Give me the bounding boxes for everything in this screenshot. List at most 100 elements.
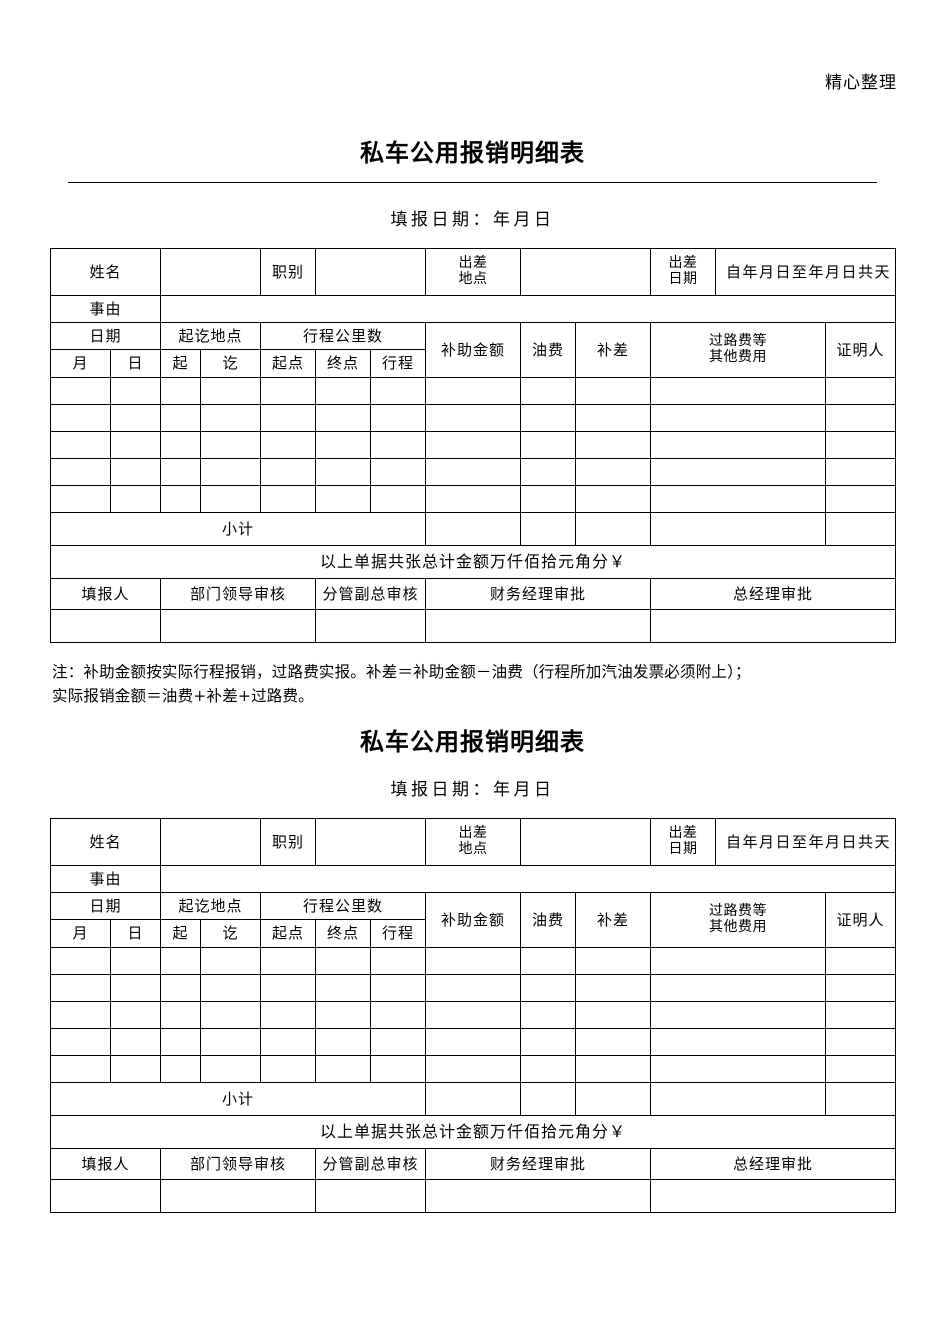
cell-month[interactable]	[50, 458, 111, 486]
cell-subsidy[interactable]	[425, 1055, 522, 1083]
cell-trip-km[interactable]	[370, 404, 427, 432]
cell-subsidy[interactable]	[425, 947, 522, 975]
signature-value-filler[interactable]	[49, 1179, 162, 1213]
cell-from[interactable]	[160, 947, 202, 975]
cell-trip-km[interactable]	[370, 974, 427, 1002]
cell-from[interactable]	[160, 377, 202, 405]
cell-fuel[interactable]	[520, 431, 577, 459]
subtotal-fuel[interactable]	[520, 1082, 577, 1116]
trip-date-value[interactable]: 自年月日至年月日共天	[715, 248, 897, 296]
cell-start-km[interactable]	[260, 974, 317, 1002]
cell-trip-km[interactable]	[370, 431, 427, 459]
cell-start-km[interactable]	[260, 404, 317, 432]
cell-difference[interactable]	[575, 974, 652, 1002]
cell-subsidy[interactable]	[425, 974, 522, 1002]
cell-month[interactable]	[50, 1055, 111, 1083]
cell-day[interactable]	[109, 404, 162, 432]
cell-day[interactable]	[109, 947, 162, 975]
cell-day[interactable]	[109, 1055, 162, 1083]
cell-fuel[interactable]	[520, 404, 577, 432]
subtotal-difference[interactable]	[575, 512, 652, 546]
name-value[interactable]	[160, 248, 262, 296]
cell-toll[interactable]	[650, 1055, 827, 1083]
cell-witness[interactable]	[825, 947, 897, 975]
cell-to[interactable]	[200, 458, 262, 486]
cell-day[interactable]	[109, 974, 162, 1002]
cell-month[interactable]	[50, 1028, 111, 1056]
cell-witness[interactable]	[825, 1001, 897, 1029]
cell-end-km[interactable]	[315, 458, 372, 486]
cell-fuel[interactable]	[520, 947, 577, 975]
cell-fuel[interactable]	[520, 458, 577, 486]
cell-day[interactable]	[109, 458, 162, 486]
cell-month[interactable]	[50, 947, 111, 975]
signature-value-general-manager[interactable]	[650, 609, 897, 643]
cell-toll[interactable]	[650, 1028, 827, 1056]
cell-toll[interactable]	[650, 431, 827, 459]
cell-toll[interactable]	[650, 1001, 827, 1029]
subtotal-witness[interactable]	[825, 512, 897, 546]
cell-start-km[interactable]	[260, 947, 317, 975]
cell-from[interactable]	[160, 1028, 202, 1056]
cell-trip-km[interactable]	[370, 377, 427, 405]
cell-to[interactable]	[200, 485, 262, 513]
cell-day[interactable]	[109, 485, 162, 513]
cell-month[interactable]	[50, 404, 111, 432]
cell-subsidy[interactable]	[425, 1001, 522, 1029]
cell-trip-km[interactable]	[370, 1055, 427, 1083]
signature-value-department-head[interactable]	[160, 1179, 317, 1213]
cell-end-km[interactable]	[315, 1028, 372, 1056]
cell-end-km[interactable]	[315, 1001, 372, 1029]
cell-start-km[interactable]	[260, 377, 317, 405]
cell-subsidy[interactable]	[425, 1028, 522, 1056]
cell-fuel[interactable]	[520, 1001, 577, 1029]
position-value[interactable]	[315, 248, 427, 296]
cell-to[interactable]	[200, 1028, 262, 1056]
cell-start-km[interactable]	[260, 1028, 317, 1056]
cell-to[interactable]	[200, 947, 262, 975]
cell-end-km[interactable]	[315, 431, 372, 459]
cell-from[interactable]	[160, 1001, 202, 1029]
cell-fuel[interactable]	[520, 974, 577, 1002]
cell-end-km[interactable]	[315, 485, 372, 513]
cell-toll[interactable]	[650, 947, 827, 975]
trip-date-value[interactable]: 自年月日至年月日共天	[715, 818, 897, 866]
cell-from[interactable]	[160, 458, 202, 486]
cell-witness[interactable]	[825, 431, 897, 459]
cell-month[interactable]	[50, 377, 111, 405]
cell-fuel[interactable]	[520, 1028, 577, 1056]
subtotal-toll[interactable]	[650, 1082, 827, 1116]
cell-difference[interactable]	[575, 458, 652, 486]
cell-witness[interactable]	[825, 485, 897, 513]
cell-start-km[interactable]	[260, 1055, 317, 1083]
cell-difference[interactable]	[575, 431, 652, 459]
cell-start-km[interactable]	[260, 1001, 317, 1029]
cell-difference[interactable]	[575, 947, 652, 975]
cell-subsidy[interactable]	[425, 377, 522, 405]
cell-trip-km[interactable]	[370, 1001, 427, 1029]
signature-value-finance-manager[interactable]	[425, 609, 652, 643]
subtotal-fuel[interactable]	[520, 512, 577, 546]
cell-difference[interactable]	[575, 485, 652, 513]
cell-to[interactable]	[200, 1001, 262, 1029]
subtotal-toll[interactable]	[650, 512, 827, 546]
cell-toll[interactable]	[650, 404, 827, 432]
cell-subsidy[interactable]	[425, 485, 522, 513]
cell-difference[interactable]	[575, 1055, 652, 1083]
subtotal-subsidy[interactable]	[425, 1082, 522, 1116]
cell-from[interactable]	[160, 404, 202, 432]
cell-start-km[interactable]	[260, 458, 317, 486]
cell-fuel[interactable]	[520, 377, 577, 405]
cell-difference[interactable]	[575, 1001, 652, 1029]
cell-toll[interactable]	[650, 458, 827, 486]
cell-month[interactable]	[50, 1001, 111, 1029]
signature-value-department-head[interactable]	[160, 609, 317, 643]
cell-from[interactable]	[160, 485, 202, 513]
cell-to[interactable]	[200, 404, 262, 432]
cell-difference[interactable]	[575, 377, 652, 405]
cell-difference[interactable]	[575, 1028, 652, 1056]
subtotal-difference[interactable]	[575, 1082, 652, 1116]
cell-end-km[interactable]	[315, 377, 372, 405]
cell-subsidy[interactable]	[425, 431, 522, 459]
cell-month[interactable]	[50, 485, 111, 513]
